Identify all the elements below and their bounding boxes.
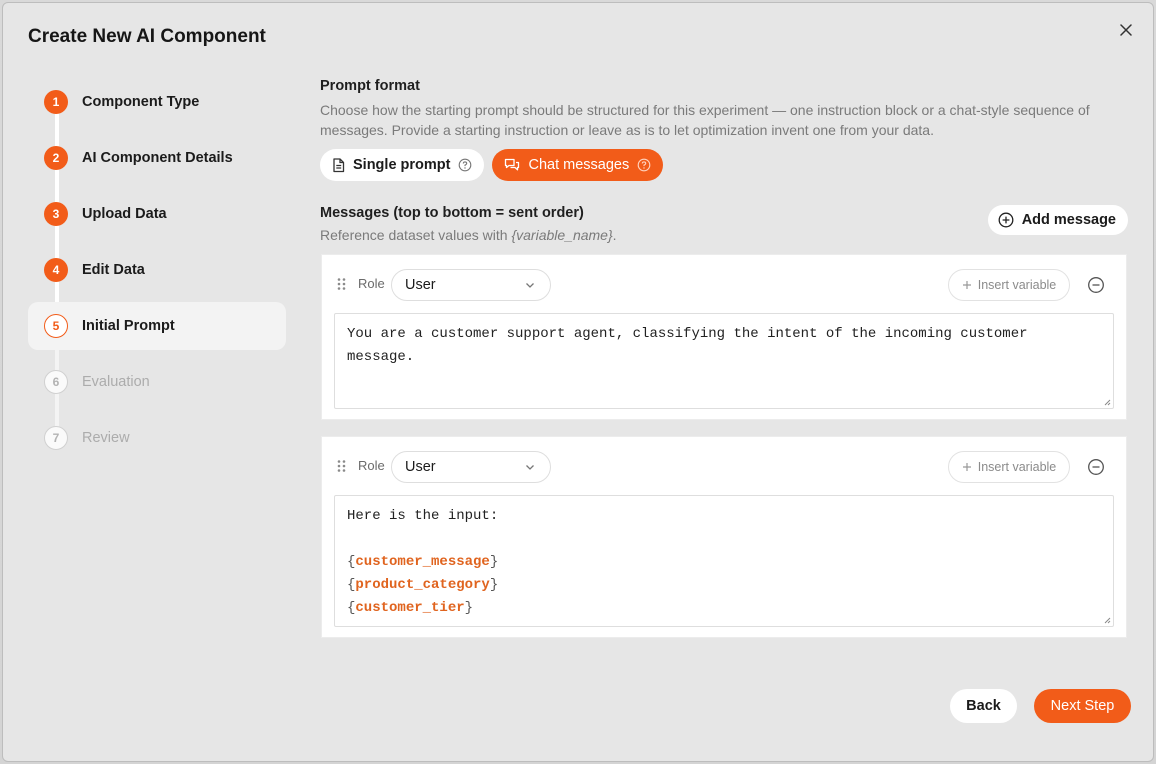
insert-variable-button[interactable]: Insert variable [948,269,1070,301]
variable-token: product_category [355,577,490,593]
wizard-stepper: 1 Component Type 2 AI Component Details … [28,78,286,470]
step-label: Review [82,430,130,446]
step-number: 6 [44,370,68,394]
chevron-down-icon [526,465,534,470]
document-icon [333,157,345,172]
step-evaluation: 6 Evaluation [28,358,286,406]
help-circle-icon[interactable] [637,158,651,172]
minus-circle-icon[interactable] [1087,458,1105,476]
step-edit-data[interactable]: 4 Edit Data [28,246,286,294]
step-number: 7 [44,426,68,450]
close-button[interactable] [1115,19,1137,41]
message-text: You are a customer support agent, classi… [347,326,1028,365]
role-select[interactable]: User [391,451,551,483]
modal-title: Create New AI Component [28,26,266,47]
minus-circle-icon[interactable] [1087,276,1105,294]
step-ai-component-details[interactable]: 2 AI Component Details [28,134,286,182]
message-intro: Here is the input: [347,508,499,524]
step-label: Component Type [82,94,200,110]
message-card: Role User Insert variable Here is the in… [321,436,1127,638]
subtitle-prefix: Reference dataset values with [320,227,512,243]
single-prompt-option[interactable]: Single prompt [320,149,485,181]
close-icon [1120,24,1132,36]
role-select[interactable]: User [391,269,551,301]
step-number: 3 [44,202,68,226]
variable-line: {product_category} [347,577,499,593]
chat-messages-option[interactable]: Chat messages [492,149,664,181]
message-textarea[interactable]: You are a customer support agent, classi… [334,313,1114,409]
create-component-modal: Create New AI Component 1 Component Type… [2,2,1154,762]
variable-line: {customer_message} [347,554,499,570]
step-component-type[interactable]: 1 Component Type [28,78,286,126]
step-label: Initial Prompt [82,318,175,334]
messages-header: Messages (top to bottom = sent order) Re… [320,205,1128,245]
message-textarea[interactable]: Here is the input: {customer_message} {p… [334,495,1114,627]
chat-bubbles-icon [505,158,520,170]
step-label: AI Component Details [82,150,233,166]
plus-icon [962,281,971,289]
single-prompt-label: Single prompt [353,157,451,173]
step-label: Evaluation [82,374,150,390]
step-upload-data[interactable]: 3 Upload Data [28,190,286,238]
variable-token: customer_tier [355,600,465,616]
add-message-label: Add message [1021,212,1116,228]
step-number: 4 [44,258,68,282]
step-label: Upload Data [82,206,167,222]
prompt-format-toggle: Single prompt Chat messages [320,149,1128,181]
help-circle-icon[interactable] [458,158,472,172]
insert-variable-button[interactable]: Insert variable [948,451,1070,483]
role-value: User [405,459,436,475]
insert-variable-label: Insert variable [977,460,1057,474]
message-card-header: Role User Insert variable [322,437,1126,495]
prompt-format-description: Choose how the starting prompt should be… [320,102,1090,138]
message-card: Role User Insert variable You are a cust… [321,254,1127,420]
step-number: 5 [44,314,68,338]
step-initial-prompt[interactable]: 5 Initial Prompt [28,302,286,350]
drag-handle-icon[interactable] [336,277,348,291]
resize-handle-icon[interactable] [1103,616,1111,624]
plus-icon [962,463,971,471]
prompt-format-title: Prompt format [320,78,420,94]
step-review: 7 Review [28,414,286,462]
step-number: 1 [44,90,68,114]
insert-variable-label: Insert variable [977,278,1057,292]
role-label: Role [358,458,385,473]
back-button[interactable]: Back [950,689,1017,723]
drag-handle-icon[interactable] [336,459,348,473]
next-step-button[interactable]: Next Step [1034,689,1131,723]
resize-handle-icon[interactable] [1103,398,1111,406]
chevron-down-icon [526,283,534,288]
step-label: Edit Data [82,262,145,278]
chat-messages-label: Chat messages [528,157,630,173]
step-number: 2 [44,146,68,170]
variable-token: customer_message [355,554,490,570]
message-card-header: Role User Insert variable [322,255,1126,313]
add-message-button[interactable]: Add message [987,205,1128,235]
subtitle-suffix: . [612,227,617,243]
role-label: Role [358,276,385,291]
variable-line: {customer_tier} [347,600,474,616]
subtitle-variable: {variable_name} [511,227,613,243]
plus-circle-icon [998,212,1014,228]
role-value: User [405,277,436,293]
main-content: Prompt format Choose how the starting pr… [320,78,1128,245]
